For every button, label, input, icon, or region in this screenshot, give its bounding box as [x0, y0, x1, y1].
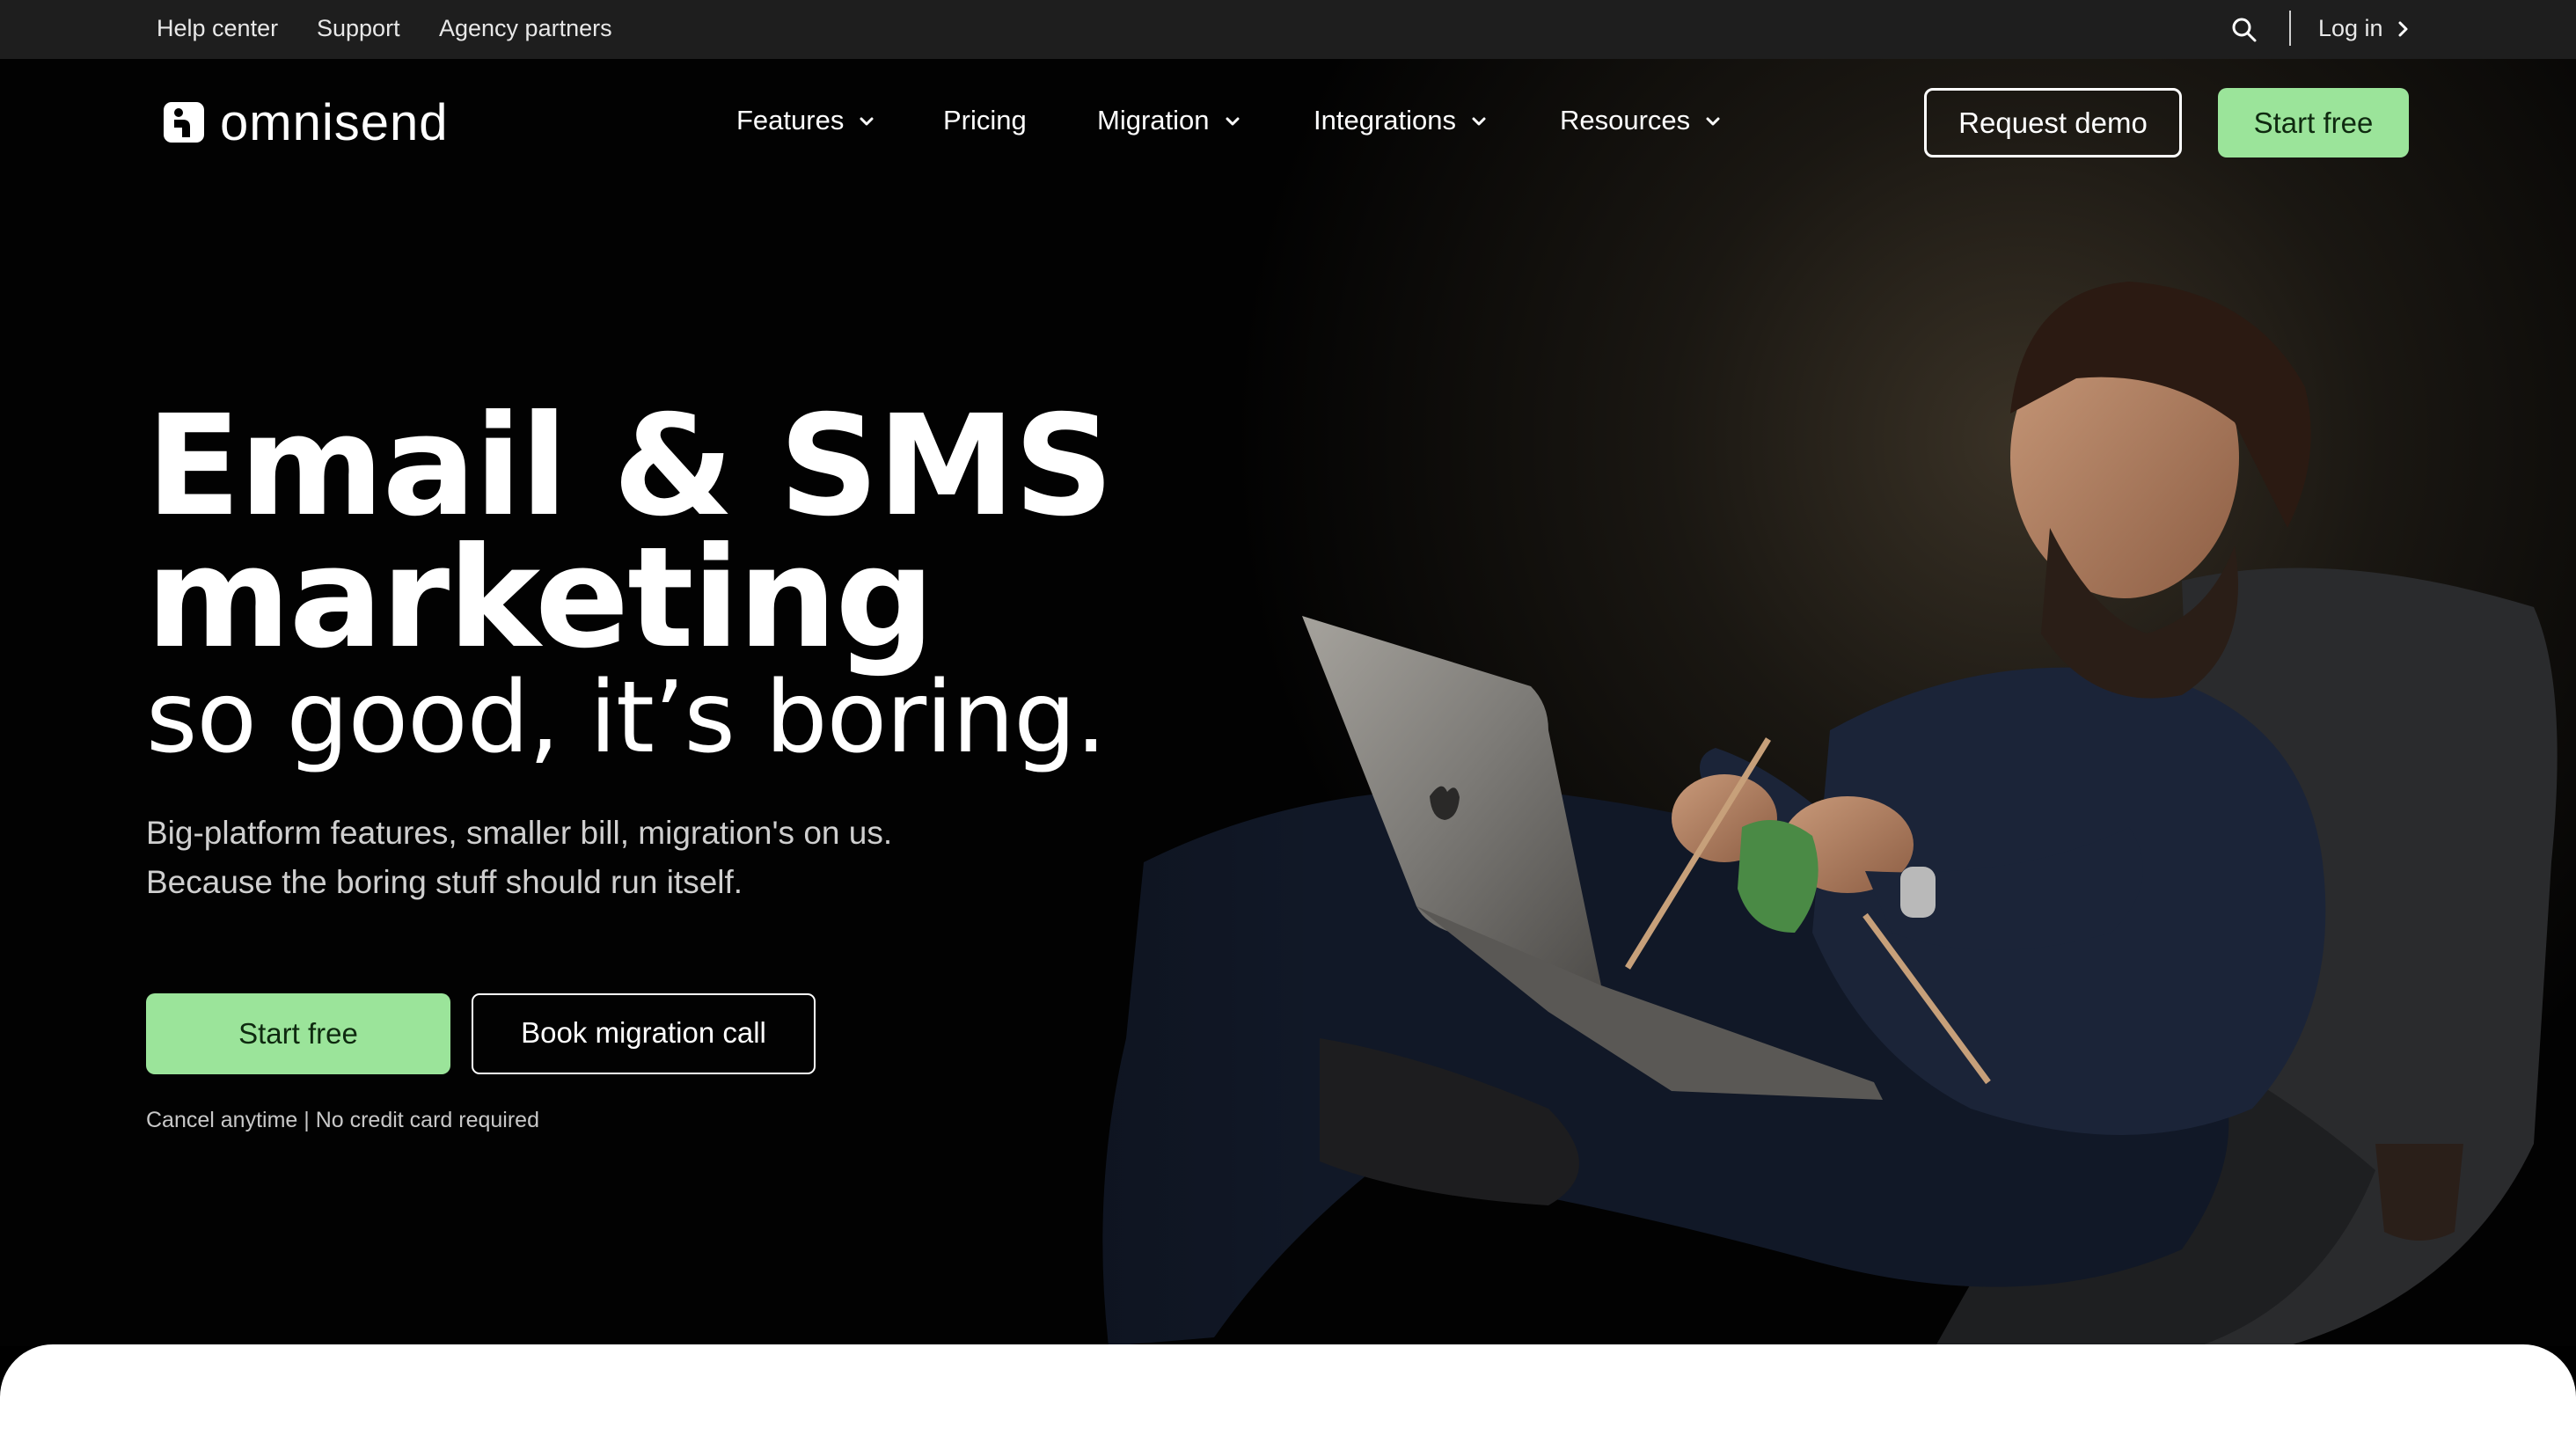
nav-pricing-label: Pricing: [943, 105, 1027, 135]
utility-bar: Help center Support Agency partners Log …: [0, 0, 2576, 59]
next-section-edge: [0, 1344, 2576, 1450]
nav-resources[interactable]: Resources: [1560, 103, 1722, 138]
nav-pricing[interactable]: Pricing: [943, 103, 1027, 138]
nav-features-label: Features: [736, 105, 845, 135]
chevron-down-icon: [1226, 117, 1239, 126]
lead-line-1: Big-platform features, smaller bill, mig…: [146, 815, 893, 851]
headline-line-2: marketing: [146, 517, 934, 679]
search-icon[interactable]: [2229, 15, 2259, 45]
support-link[interactable]: Support: [317, 0, 400, 59]
chevron-down-icon: [860, 117, 874, 126]
brand-name: omnisend: [220, 94, 449, 151]
headline-line-1: Email & SMS: [146, 385, 1114, 547]
main-nav: omnisend Features Pricing Migration Inte…: [0, 59, 2576, 187]
hero-lead: Big-platform features, smaller bill, mig…: [146, 809, 1026, 907]
book-migration-call-button[interactable]: Book migration call: [472, 993, 816, 1074]
nav-migration[interactable]: Migration: [1097, 103, 1241, 138]
request-demo-button[interactable]: Request demo: [1924, 88, 2182, 157]
help-center-link[interactable]: Help center: [157, 0, 278, 59]
nav-integrations-label: Integrations: [1314, 105, 1456, 135]
chevron-down-icon: [1472, 117, 1486, 126]
agency-partners-link[interactable]: Agency partners: [439, 0, 612, 59]
nav-resources-label: Resources: [1560, 105, 1691, 135]
nav-integrations[interactable]: Integrations: [1314, 103, 1488, 138]
utility-divider: [2289, 11, 2291, 46]
login-link[interactable]: Log in: [2318, 0, 2383, 59]
chevron-right-icon: [2398, 21, 2408, 37]
lead-line-2: Because the boring stuff should run itse…: [146, 864, 743, 900]
hero-subheadline: so good, it’s boring.: [146, 661, 1107, 775]
omnisend-logo-icon: [164, 102, 204, 143]
start-free-hero-button[interactable]: Start free: [146, 993, 450, 1074]
start-free-nav-button[interactable]: Start free: [2218, 88, 2409, 157]
hero-fineprint: Cancel anytime | No credit card required: [146, 1108, 539, 1132]
nav-migration-label: Migration: [1097, 105, 1210, 135]
hero-headline: Email & SMS marketing: [146, 385, 1114, 679]
nav-features[interactable]: Features: [736, 103, 875, 138]
chevron-down-icon: [1706, 117, 1720, 126]
